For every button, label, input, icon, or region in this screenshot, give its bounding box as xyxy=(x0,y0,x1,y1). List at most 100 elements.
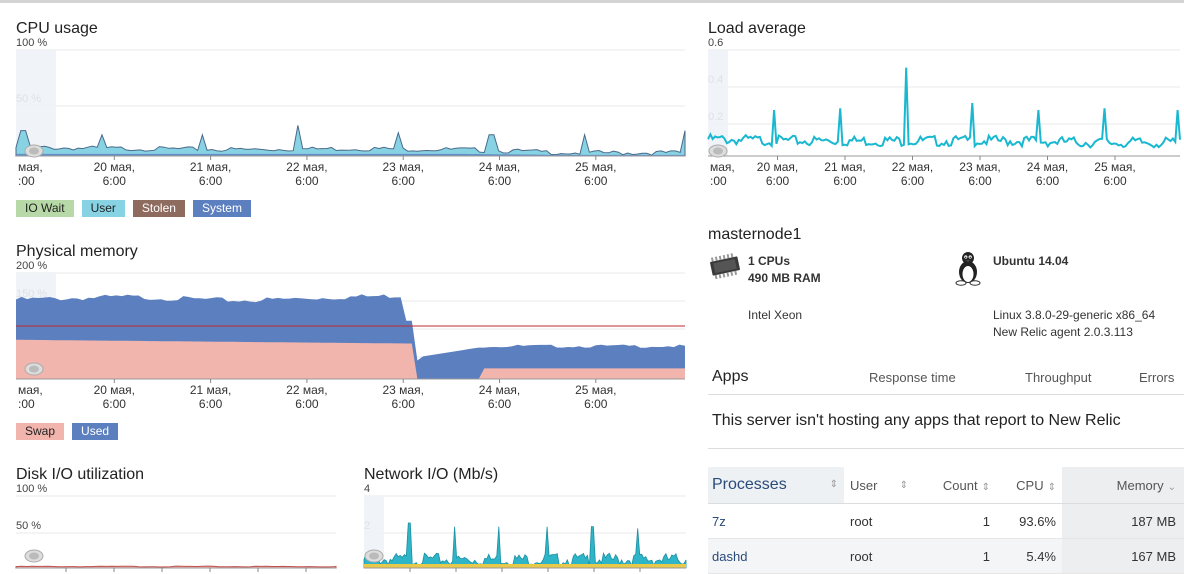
legend-io-wait[interactable]: IO Wait xyxy=(16,200,74,217)
x-tick-label: 6:00 xyxy=(392,174,416,188)
user-column-header[interactable]: User ⇕ xyxy=(844,467,914,504)
x-tick-label: 23 мая, xyxy=(959,160,1000,174)
y-tick-label: 4 xyxy=(364,483,370,495)
table-row[interactable]: 7z root 1 93.6% 187 MB xyxy=(708,503,1184,539)
cpu-chip-icon xyxy=(710,253,740,279)
process-cpu: 93.6% xyxy=(996,503,1062,539)
ram-size: 490 MB RAM xyxy=(748,271,821,285)
kernel-version: Linux 3.8.0-29-generic x86_64 xyxy=(993,308,1156,322)
x-tick-label: 6:00 xyxy=(901,174,925,188)
x-tick-label: мая, xyxy=(18,383,43,397)
process-memory: 167 MB xyxy=(1062,538,1184,574)
process-name[interactable]: 7z xyxy=(708,503,844,539)
x-tick-label: мая, xyxy=(710,160,735,174)
pause-toggle-icon xyxy=(29,147,39,155)
network-baseline-band xyxy=(364,564,686,568)
x-tick-label: 25 мая, xyxy=(1094,160,1135,174)
process-count: 1 xyxy=(914,538,996,574)
load-average-chart[interactable]: 0.60.40.2мая,:0020 мая,6:0021 мая,6:0022… xyxy=(700,37,1184,196)
physical-memory-title: Physical memory xyxy=(16,243,138,260)
x-tick-label: 6:00 xyxy=(968,174,992,188)
pause-toggle-icon xyxy=(369,552,379,560)
y-tick-label: 0.6 xyxy=(708,37,723,49)
table-row[interactable]: dashd root 1 5.4% 167 MB xyxy=(708,538,1184,574)
x-tick-label: 22 мая, xyxy=(286,383,327,397)
memory-legend: Swap Used xyxy=(16,423,119,440)
x-tick-label: 20 мая, xyxy=(94,383,135,397)
x-tick-label: 6:00 xyxy=(1036,174,1060,188)
disk-io-chart[interactable]: 100 % 50 % xyxy=(0,483,340,573)
disk-io-title: Disk I/O utilization xyxy=(16,466,145,483)
process-cpu: 5.4% xyxy=(996,538,1062,574)
x-tick-label: 25 мая, xyxy=(575,160,616,174)
x-tick-label: 24 мая, xyxy=(1027,160,1068,174)
x-tick-label: 6:00 xyxy=(103,397,127,411)
legend-user[interactable]: User xyxy=(81,200,125,217)
process-count: 1 xyxy=(914,503,996,539)
apps-col-throughput[interactable]: Throughput xyxy=(1025,370,1092,385)
x-tick-label: :00 xyxy=(18,397,35,411)
x-tick-label: 6:00 xyxy=(488,397,512,411)
x-tick-label: 23 мая, xyxy=(382,160,423,174)
processes-header[interactable]: Processes ⇕ xyxy=(708,467,844,504)
load-average-title: Load average xyxy=(708,20,806,37)
count-column-header[interactable]: Count ⇕ xyxy=(914,467,996,504)
network-area xyxy=(363,522,687,569)
x-tick-label: 24 мая, xyxy=(479,383,520,397)
x-tick-label: 6:00 xyxy=(584,397,608,411)
hostname: masternode1 xyxy=(708,226,802,243)
no-apps-message: This server isn't hosting any apps that … xyxy=(712,412,1121,429)
cpu-usage-chart[interactable]: 100 %50 %мая,:0020 мая,6:0021 мая,6:0022… xyxy=(0,37,690,196)
y-tick-label: 100 % xyxy=(16,483,47,495)
x-tick-label: 20 мая, xyxy=(757,160,798,174)
x-tick-label: 20 мая, xyxy=(94,160,135,174)
network-io-chart[interactable]: 42 xyxy=(360,483,690,573)
x-tick-label: 6:00 xyxy=(766,174,790,188)
x-tick-label: 6:00 xyxy=(199,397,223,411)
memory-column-header[interactable]: Memory ⌄ xyxy=(1062,467,1184,504)
x-tick-label: 23 мая, xyxy=(382,383,423,397)
x-tick-label: 22 мая, xyxy=(286,160,327,174)
x-tick-label: 21 мая, xyxy=(190,160,231,174)
process-user: root xyxy=(844,538,914,574)
cpu-column-header[interactable]: CPU ⇕ xyxy=(996,467,1062,504)
apps-bottom-divider xyxy=(708,448,1184,449)
legend-used[interactable]: Used xyxy=(72,423,119,440)
legend-system[interactable]: System xyxy=(192,200,251,217)
process-name[interactable]: dashd xyxy=(708,538,844,574)
x-tick-label: 24 мая, xyxy=(479,160,520,174)
x-tick-label: 6:00 xyxy=(199,174,223,188)
network-io-title: Network I/O (Mb/s) xyxy=(364,466,499,483)
x-tick-label: 6:00 xyxy=(295,174,319,188)
process-memory: 187 MB xyxy=(1062,503,1184,539)
apps-title: Apps xyxy=(712,368,749,385)
x-tick-label: мая, xyxy=(18,160,43,174)
x-tick-label: 25 мая, xyxy=(575,383,616,397)
apps-col-errors[interactable]: Errors xyxy=(1139,370,1174,385)
x-tick-label: :00 xyxy=(710,174,727,188)
x-tick-label: 6:00 xyxy=(295,397,319,411)
processes-table: Processes ⇕ User ⇕ Count ⇕ CPU ⇕ Memory ⌄ 7z … xyxy=(708,467,1184,574)
x-tick-label: 6:00 xyxy=(488,174,512,188)
x-tick-label: 21 мая, xyxy=(824,160,865,174)
x-tick-label: 6:00 xyxy=(584,174,608,188)
physical-memory-chart[interactable]: 200 %150 %100 %50 %мая,:0020 мая,6:0021 … xyxy=(0,260,690,419)
pause-toggle-icon xyxy=(29,552,39,560)
x-tick-label: 22 мая, xyxy=(892,160,933,174)
user-area xyxy=(15,125,686,157)
x-tick-label: 6:00 xyxy=(392,397,416,411)
x-tick-label: :00 xyxy=(18,174,35,188)
y-tick-label: 50 % xyxy=(16,520,41,532)
legend-stolen[interactable]: Stolen xyxy=(132,200,185,217)
y-tick-label: 200 % xyxy=(16,260,47,272)
pause-toggle-icon xyxy=(713,147,723,155)
pause-toggle-icon xyxy=(29,365,39,373)
os-name: Ubuntu 14.04 xyxy=(993,254,1069,268)
process-user: root xyxy=(844,503,914,539)
cpu-legend: IO Wait User Stolen System xyxy=(16,200,251,217)
x-tick-label: 6:00 xyxy=(1103,174,1127,188)
cpu-usage-title: CPU usage xyxy=(16,20,98,37)
apps-col-response-time[interactable]: Response time xyxy=(869,370,956,385)
apps-divider xyxy=(708,394,1184,395)
legend-swap[interactable]: Swap xyxy=(16,423,65,440)
